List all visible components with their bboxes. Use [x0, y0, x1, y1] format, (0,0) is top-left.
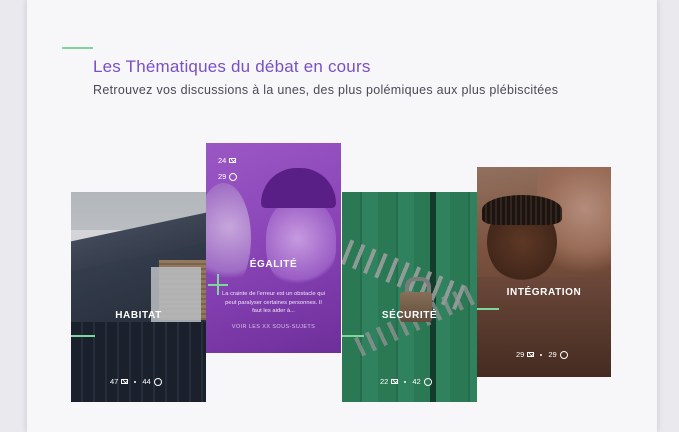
theme-card-securite[interactable]: SÉCURITÉ 22 42 [342, 192, 477, 402]
separator-dot [540, 353, 543, 356]
message-count: 29 [516, 350, 525, 359]
theme-card-integration[interactable]: INTÉGRATION 29 29 [477, 167, 611, 377]
card-stats: 47 44 [110, 377, 162, 386]
card-accent-line [71, 335, 95, 337]
user-count: 42 [412, 377, 421, 386]
message-count: 22 [380, 377, 389, 386]
theme-card-habitat[interactable]: HABITAT 47 44 [71, 192, 206, 402]
card-title: SÉCURITÉ [381, 310, 438, 321]
card-accent-line [217, 274, 219, 295]
page-container: Les Thématiques du débat en cours Retrou… [27, 0, 657, 432]
user-count: 29 [218, 172, 227, 181]
message-count: 24 [218, 156, 227, 165]
card-title: INTÉGRATION [506, 287, 582, 298]
separator-dot [134, 380, 137, 383]
envelope-icon [527, 352, 535, 357]
card-title: ÉGALITÉ [249, 259, 298, 270]
user-icon [153, 377, 162, 386]
theme-card-egalite[interactable]: 24 29 ÉGALITÉ La crainte de l'erreur est… [206, 143, 341, 353]
page-title: Les Thématiques du débat en cours [93, 57, 371, 76]
user-icon [229, 172, 238, 181]
card-overlay [71, 192, 206, 402]
card-message-stat: 24 [218, 156, 237, 165]
envelope-icon [121, 379, 129, 384]
user-icon [559, 350, 568, 359]
user-count: 29 [548, 350, 557, 359]
card-subtopics-link[interactable]: VOIR LES XX SOUS-SUJETS [206, 324, 341, 330]
message-count: 47 [110, 377, 119, 386]
page-subtitle: Retrouvez vos discussions à la unes, des… [93, 83, 559, 97]
card-accent-line [342, 335, 364, 337]
envelope-icon [229, 158, 237, 163]
separator-dot [404, 380, 407, 383]
user-icon [423, 377, 432, 386]
card-stats: 29 29 [516, 350, 568, 359]
envelope-icon [391, 379, 399, 384]
card-image [266, 198, 336, 288]
card-excerpt: La crainte de l'erreur est un obstacle q… [222, 291, 325, 314]
card-user-stat: 29 [218, 172, 238, 181]
title-accent-line [62, 47, 93, 49]
user-count: 44 [142, 377, 151, 386]
card-stats: 22 42 [380, 377, 432, 386]
card-accent-line [477, 308, 499, 310]
card-overlay [342, 192, 477, 402]
card-overlay [477, 167, 611, 377]
card-title: HABITAT [115, 310, 162, 321]
